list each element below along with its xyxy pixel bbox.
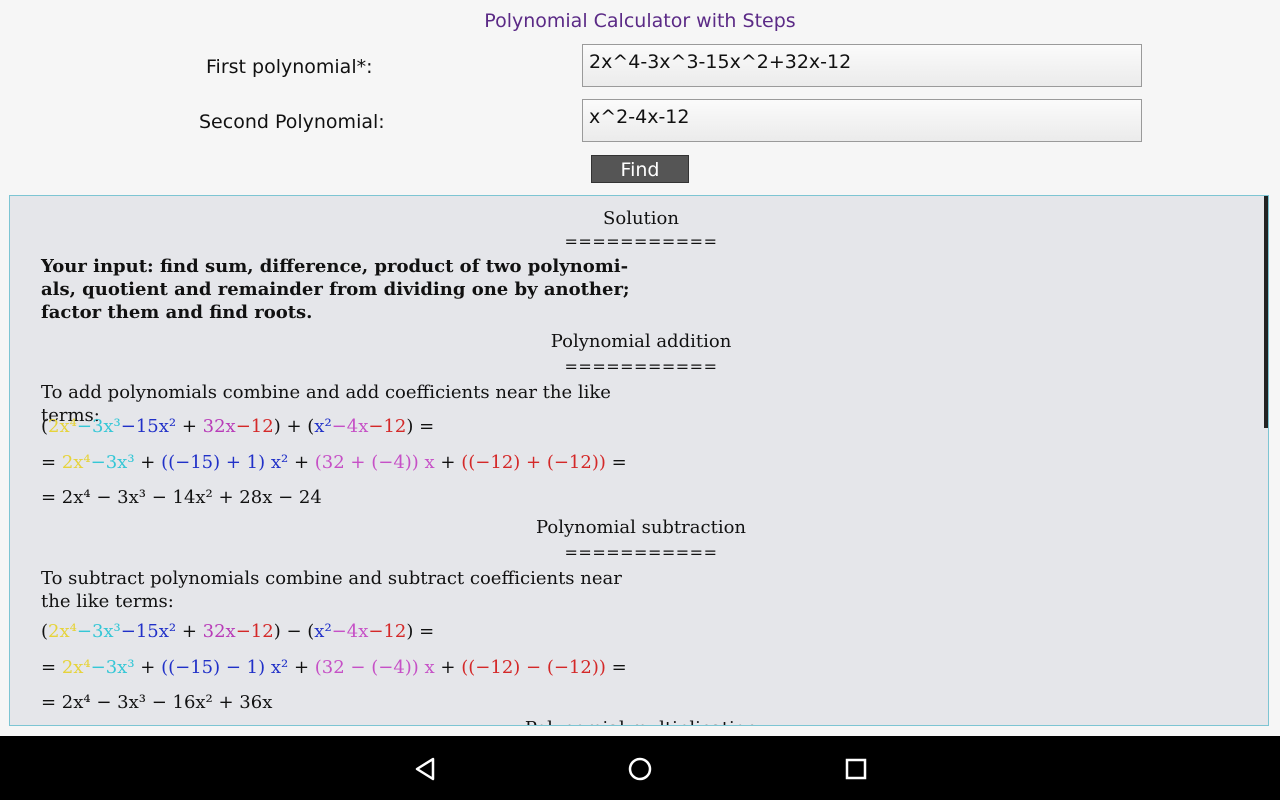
subtraction-result: = 2x⁴ − 3x³ − 16x² + 36x <box>41 692 273 713</box>
find-button[interactable]: Find <box>591 155 689 183</box>
addition-result: = 2x⁴ − 3x³ − 14x² + 28x − 24 <box>41 487 322 508</box>
second-polynomial-label: Second Polynomial: <box>199 111 385 133</box>
second-polynomial-input[interactable]: x^2-4x-12 <box>582 99 1142 142</box>
subtraction-title: Polynomial subtraction <box>535 517 747 538</box>
first-polynomial-input[interactable]: 2x^4-3x^3-15x^2+32x-12 <box>582 44 1142 87</box>
navigation-bar <box>0 736 1280 800</box>
scrollbar[interactable] <box>1264 196 1268 428</box>
separator: =========== <box>564 357 718 376</box>
addition-title: Polynomial addition <box>550 331 732 352</box>
subtraction-line-2: = 2x⁴−3x³ + ((−15) − 1) x² + (32 − (−4))… <box>41 657 627 678</box>
back-icon[interactable] <box>412 756 438 782</box>
separator: =========== <box>564 232 718 251</box>
multiplication-title: Polynomial multiplication <box>10 718 1268 725</box>
addition-line-2: = 2x⁴−3x³ + ((−15) + 1) x² + (32 + (−4))… <box>41 452 627 473</box>
subtraction-text: To subtract polynomials combine and subt… <box>41 568 622 612</box>
separator: =========== <box>564 543 718 562</box>
subtraction-line-1: (2x⁴−3x³−15x² + 32x−12) − (x²−4x−12) = <box>41 621 435 642</box>
input-description: Your input: find sum, difference, produc… <box>41 256 630 323</box>
first-polynomial-label: First polynomial*: <box>206 56 373 78</box>
recents-icon[interactable] <box>843 756 869 782</box>
addition-line-1: (2x⁴−3x³−15x² + 32x−12) + (x²−4x−12) = <box>41 416 435 437</box>
home-icon[interactable] <box>627 756 653 782</box>
page-title: Polynomial Calculator with Steps <box>484 10 796 32</box>
solution-title: Solution <box>603 208 679 229</box>
solution-panel[interactable]: Solution =========== Your input: find su… <box>9 195 1269 726</box>
